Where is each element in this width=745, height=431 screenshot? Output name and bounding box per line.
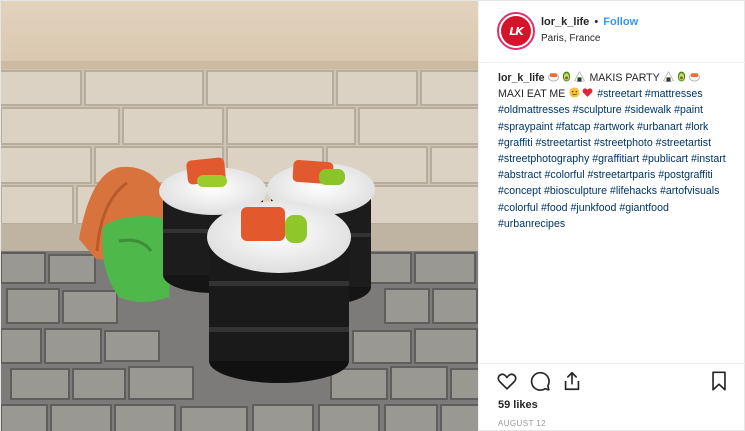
hashtag-link[interactable]: #streetphotography [498, 153, 589, 165]
share-button[interactable] [561, 370, 583, 392]
red-heart-emoji [582, 88, 593, 98]
hashtag-link[interactable]: #graffiti [498, 137, 533, 149]
hashtag-link[interactable]: #streetartparis [588, 169, 656, 181]
hashtag-link[interactable]: #sculpture [573, 104, 622, 116]
hashtag-link[interactable]: #junkfood [570, 202, 616, 214]
share-icon [564, 371, 580, 391]
action-bar [479, 366, 745, 396]
hashtag-link[interactable]: #lifehacks [610, 185, 657, 197]
hashtag-link[interactable]: #oldmattresses [498, 104, 570, 116]
hashtag-link[interactable]: #concept [498, 185, 541, 197]
post-header: LK lor_k_life • Follow Paris, France [479, 1, 745, 63]
post-photo[interactable] [1, 1, 478, 431]
hashtag-link[interactable]: #artwork [593, 121, 634, 133]
onigiri-emoji [574, 71, 586, 82]
save-button[interactable] [708, 370, 730, 392]
hashtag-link[interactable]: #food [541, 202, 568, 214]
hashtag-link[interactable]: #streetartist [656, 137, 711, 149]
hashtag-link[interactable]: #colorful [498, 202, 538, 214]
likes-count[interactable]: 59 likes [498, 399, 538, 411]
hashtag-link[interactable]: #spraypaint [498, 121, 553, 133]
caption-username-link[interactable]: lor_k_life [498, 72, 545, 84]
hashtag-link[interactable]: #urbanrecipes [498, 218, 565, 230]
hashtag-link[interactable]: #publicart [642, 153, 688, 165]
instagram-post: LK lor_k_life • Follow Paris, France lor… [0, 0, 745, 431]
follow-button[interactable]: Follow [603, 16, 638, 28]
like-button[interactable] [496, 370, 518, 392]
hashtag-link[interactable]: #sidewalk [625, 104, 672, 116]
hashtag-link[interactable]: #streetart [597, 88, 642, 100]
hashtag-link[interactable]: #mattresses [645, 88, 703, 100]
hashtag-link[interactable]: #lork [685, 121, 708, 133]
location-link[interactable]: Paris, France [541, 33, 600, 44]
header-user-line: lor_k_life • Follow [541, 16, 638, 28]
onigiri-emoji [663, 71, 675, 82]
hashtag-link[interactable]: #artofvisuals [660, 185, 719, 197]
header-separator: • [594, 16, 599, 28]
avatar[interactable]: LK [497, 12, 535, 50]
hashtag-link[interactable]: #instart [691, 153, 726, 165]
hashtag-link[interactable]: #fatcap [556, 121, 591, 133]
sushi-emoji [689, 73, 701, 82]
header-username-link[interactable]: lor_k_life [541, 16, 589, 28]
avocado-emoji [678, 71, 686, 82]
caption-line1-text: MAKIS PARTY [589, 72, 660, 84]
hashtag-link[interactable]: #urbanart [637, 121, 682, 133]
hashtag-link[interactable]: #abstract [498, 169, 542, 181]
hashtag-link[interactable]: #streetphoto [594, 137, 653, 149]
hashtag-link[interactable]: #giantfood [619, 202, 668, 214]
post-side-panel: LK lor_k_life • Follow Paris, France lor… [478, 1, 745, 431]
hashtag-link[interactable]: #postgraffiti [658, 169, 713, 181]
comment-icon [530, 371, 550, 391]
avatar-logo-icon: LK [501, 16, 531, 46]
caption-hashtags: #streetart #mattresses #oldmattresses #s… [498, 88, 726, 230]
caption-line2-text: MAXI EAT ME [498, 88, 566, 101]
avatar-logo-glyph: LK [509, 24, 524, 38]
actions-divider [479, 363, 745, 364]
face-emoji [569, 87, 580, 98]
hashtag-link[interactable]: #streetartist [536, 137, 591, 149]
comment-button[interactable] [529, 370, 551, 392]
post-date[interactable]: AUGUST 12 [498, 419, 546, 428]
hashtag-link[interactable]: #paint [674, 104, 703, 116]
bookmark-icon [712, 371, 726, 391]
hashtag-link[interactable]: #colorful [545, 169, 585, 181]
sushi-emoji [548, 73, 560, 82]
caption: lor_k_life MAKIS PARTY MAXI EAT ME #stre… [498, 70, 734, 232]
sushi-mattress-photo [1, 1, 478, 431]
heart-icon [497, 373, 517, 390]
avocado-emoji [563, 71, 571, 82]
hashtag-link[interactable]: #biosculpture [544, 185, 607, 197]
hashtag-link[interactable]: #graffitiart [592, 153, 639, 165]
